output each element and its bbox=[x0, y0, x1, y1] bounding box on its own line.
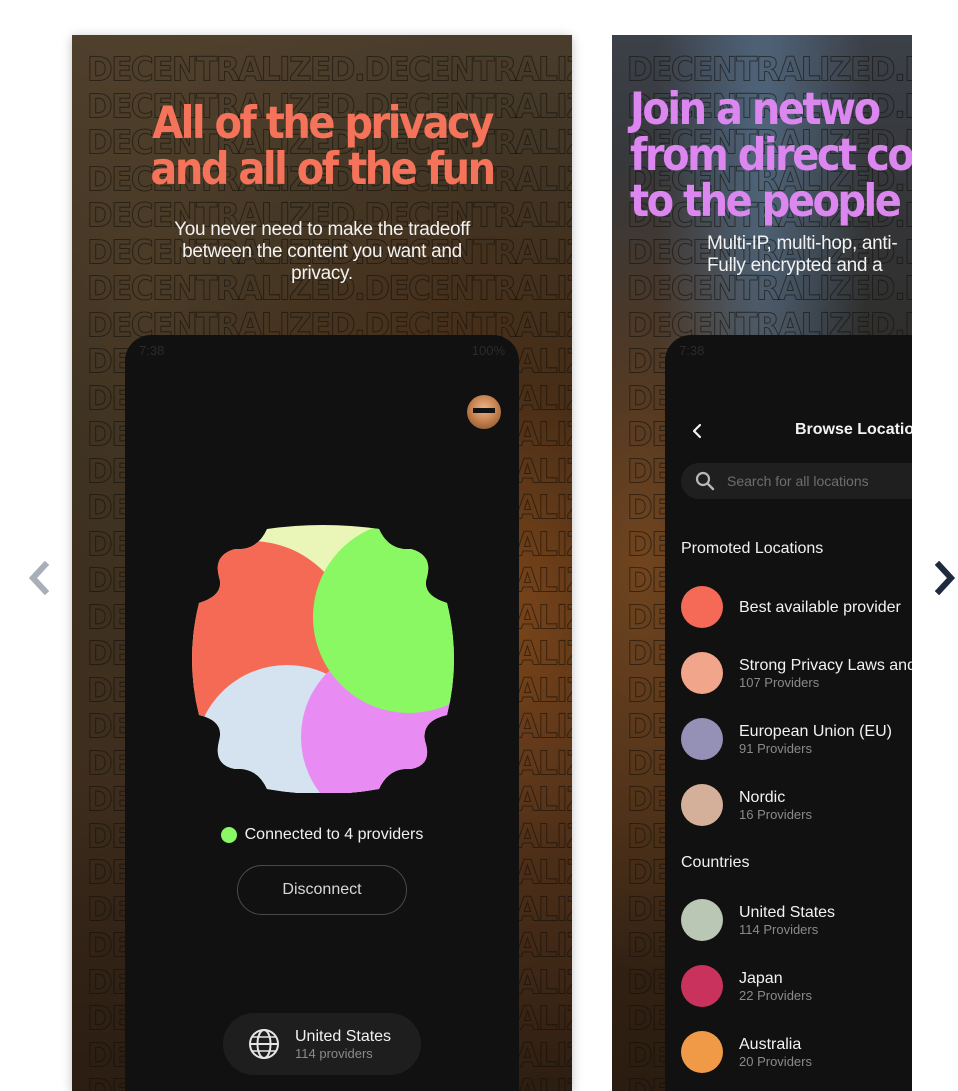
chevron-left-icon bbox=[28, 561, 49, 595]
connected-dot bbox=[220, 827, 237, 843]
list-item-count: 114 Providers bbox=[739, 922, 819, 937]
slide-headline: All of the privacy and all of the fun bbox=[72, 97, 572, 196]
search-placeholder: Search for all locations bbox=[727, 473, 869, 489]
list-item-australia[interactable]: Australia 20 Providers bbox=[681, 1030, 912, 1074]
countries-heading: Countries bbox=[681, 854, 750, 871]
page-title: Browse Locatio bbox=[795, 421, 912, 438]
carousel: DECENTRALIZED.DECENTRALIZED.DECENTRALIZE… bbox=[0, 0, 958, 1091]
list-item-japan[interactable]: Japan 22 Providers bbox=[681, 964, 912, 1008]
list-item-name: Australia bbox=[739, 1036, 802, 1053]
phone-screen-connected: 7:38 100% Connected to 4 providers Disco… bbox=[125, 335, 519, 1091]
status-time: 7:38 bbox=[679, 343, 705, 358]
slide-headline: Join a netwo from direct co to the peopl… bbox=[630, 83, 912, 227]
search-input[interactable]: Search for all locations bbox=[681, 463, 912, 499]
location-color-swatch bbox=[681, 718, 723, 760]
list-item-best-provider[interactable]: Best available provider bbox=[681, 585, 912, 629]
globe-icon bbox=[249, 1029, 279, 1059]
location-color-swatch bbox=[681, 586, 723, 628]
list-item-count: 91 Providers bbox=[739, 741, 812, 756]
location-color-swatch bbox=[681, 1031, 723, 1073]
list-item-count: 22 Providers bbox=[739, 988, 812, 1003]
subhead-line: Fully encrypted and a bbox=[707, 255, 883, 276]
current-location-button[interactable]: United States 114 providers bbox=[223, 1013, 421, 1075]
list-item-name: Best available provider bbox=[739, 598, 901, 616]
location-provider-count: 114 providers bbox=[295, 1046, 373, 1061]
subhead-line: Multi-IP, multi-hop, anti- bbox=[707, 233, 898, 254]
back-button[interactable] bbox=[685, 419, 709, 443]
subhead-line: privacy. bbox=[291, 263, 353, 284]
headline-line: and all of the fun bbox=[150, 143, 496, 196]
subhead-line: You never need to make the tradeoff bbox=[174, 219, 470, 240]
avatar[interactable] bbox=[467, 395, 501, 429]
location-color-swatch bbox=[681, 899, 723, 941]
list-item-eu[interactable]: European Union (EU) 91 Providers bbox=[681, 717, 912, 761]
slide-privacy: DECENTRALIZED.DECENTRALIZED.DECENTRALIZE… bbox=[72, 35, 572, 1091]
headline-line: from direct co bbox=[630, 129, 912, 182]
list-item-count: 16 Providers bbox=[739, 807, 812, 822]
list-item-nordic[interactable]: Nordic 16 Providers bbox=[681, 783, 912, 827]
chevron-right-icon bbox=[935, 561, 956, 595]
carousel-next-button[interactable] bbox=[928, 558, 958, 598]
list-item-strong-privacy[interactable]: Strong Privacy Laws and 107 Providers bbox=[681, 651, 912, 695]
browse-header: Browse Locatio bbox=[665, 419, 912, 443]
slide-subhead: Multi-IP, multi-hop, anti- Fully encrypt… bbox=[707, 233, 912, 277]
status-time: 7:38 bbox=[139, 343, 165, 358]
list-item-name: European Union (EU) bbox=[739, 723, 892, 740]
location-color-swatch bbox=[681, 965, 723, 1007]
chevron-left-icon bbox=[692, 423, 702, 439]
list-item-count: 107 Providers bbox=[739, 675, 820, 690]
status-battery: 100% bbox=[471, 343, 505, 358]
subhead-line: between the content you want and bbox=[182, 241, 462, 262]
slide-network: DECENTRALIZED. DECENTRALIZED. DECENTRALIZE… bbox=[612, 35, 912, 1091]
location-color-swatch bbox=[681, 652, 723, 694]
disconnect-label: Disconnect bbox=[282, 881, 362, 898]
location-name: United States bbox=[295, 1028, 392, 1045]
connection-status: Connected to 4 providers bbox=[125, 826, 519, 844]
list-item-name: Japan bbox=[739, 970, 783, 987]
list-item-name: United States bbox=[739, 904, 836, 921]
list-item-united-states[interactable]: United States 114 Providers bbox=[681, 898, 912, 942]
location-color-swatch bbox=[681, 784, 723, 826]
list-item-name: Nordic bbox=[739, 789, 786, 806]
list-item-name: Strong Privacy Laws and bbox=[739, 657, 912, 674]
carousel-prev-button[interactable] bbox=[20, 558, 56, 598]
connection-blob-graphic bbox=[192, 525, 454, 793]
promoted-locations-heading: Promoted Locations bbox=[681, 540, 824, 557]
status-bar: 7:38 100% bbox=[139, 343, 505, 361]
list-item-count: 20 Providers bbox=[739, 1054, 812, 1069]
disconnect-button[interactable]: Disconnect bbox=[237, 865, 407, 915]
pattern-row: DECENTRALIZED.DECENTRALIZED.DECENTRALIZE… bbox=[87, 50, 572, 89]
phone-screen-browse: 7:38 Browse Locatio Search for all locat… bbox=[665, 335, 912, 1091]
status-bar: 7:38 bbox=[679, 343, 911, 361]
search-icon bbox=[695, 471, 715, 491]
connection-status-text: Connected to 4 providers bbox=[244, 826, 424, 843]
headline-line: Join a netwo bbox=[630, 83, 881, 136]
headline-line: to the people a bbox=[630, 175, 912, 227]
headline-line: All of the privacy bbox=[152, 97, 494, 150]
slide-subhead: You never need to make the tradeoff betw… bbox=[142, 219, 502, 285]
